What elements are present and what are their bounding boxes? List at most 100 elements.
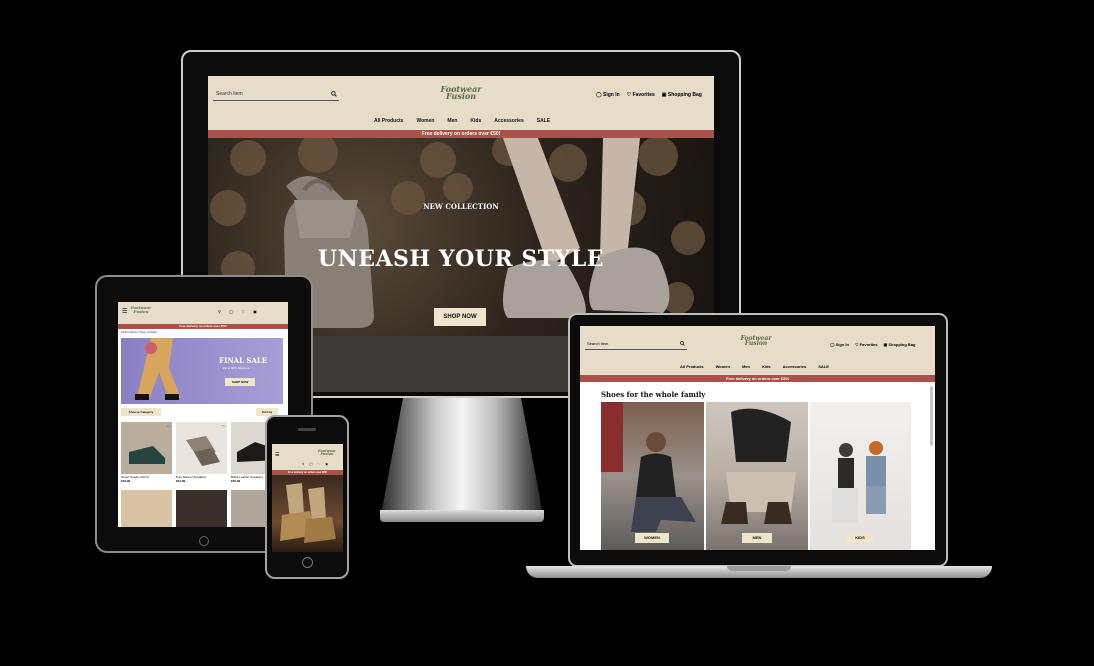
laptop-search-icon[interactable] <box>680 341 685 346</box>
laptop-scrollbar[interactable] <box>930 386 933 446</box>
site-logo[interactable]: Footwear Fusion <box>436 85 486 102</box>
laptop-user-icon: ◯ <box>830 342 835 347</box>
tablet-bag-icon[interactable]: ▣ <box>253 309 257 314</box>
favorites-link[interactable]: ♡ Favorites <box>627 92 655 98</box>
header-actions: ◯ Sign In ♡ Favorites ▣ Shopping Bag <box>596 92 702 98</box>
laptop-delivery-banner: Free delivery on orders over €50! <box>580 375 935 382</box>
site-header: Search item Footwear Fusion ◯ Sign In ♡ … <box>208 76 714 130</box>
phone-speaker <box>298 428 316 431</box>
favorite-heart-icon[interactable]: ♡ <box>221 424 225 429</box>
tablet-home-button <box>199 536 209 546</box>
nav-men[interactable]: Men <box>447 118 457 124</box>
shopping-bag-link[interactable]: ▣ Shopping Bag <box>662 92 702 98</box>
choose-category-dropdown[interactable]: Choose Category <box>121 408 161 416</box>
laptop-logo-line2: Fusion <box>744 340 768 348</box>
phone-logo-line2: Fusion <box>320 452 334 457</box>
nav-sale[interactable]: SALE <box>537 118 550 124</box>
laptop-bag-label: Shopping Bag <box>888 342 916 347</box>
laptop-bag-icon: ▣ <box>883 342 888 347</box>
tablet-sale-banner[interactable]: FINAL SALE Up to 80% Discount SHOP NOW <box>121 338 283 404</box>
user-icon: ◯ <box>596 92 602 98</box>
hero-shop-now-button[interactable]: SHOP NOW <box>434 308 486 326</box>
monitor-stand <box>380 398 544 520</box>
search-icon[interactable] <box>331 91 337 97</box>
laptop-heart-icon: ♡ <box>854 342 859 347</box>
laptop-nav-sale[interactable]: SALE <box>818 364 829 369</box>
category-card-men[interactable]: MEN <box>706 402 808 550</box>
product-card[interactable] <box>121 490 172 527</box>
phone-search-icon[interactable]: ⚲ <box>302 462 304 466</box>
laptop-sign-in-label: Sign In <box>835 342 849 347</box>
tablet-delivery-banner: Free delivery on orders over €50! <box>118 324 288 329</box>
laptop-logo[interactable]: Footwear Fusion <box>735 335 777 348</box>
sale-title: FINAL SALE <box>219 356 268 365</box>
phone-home-button <box>302 557 313 568</box>
laptop-header-actions: ◯ Sign In ♡ Favorites ▣ Shopping Bag <box>830 342 915 347</box>
laptop-favorites-link[interactable]: ♡ Favorites <box>855 342 878 347</box>
laptop-screen: Search item Footwear Fusion ◯ Sign In ♡ … <box>580 326 935 550</box>
favorite-heart-icon[interactable]: ♡ <box>166 424 170 429</box>
phone-heart-icon[interactable]: ♡ <box>318 462 321 466</box>
sale-subtitle: Up to 80% Discount <box>223 366 250 370</box>
phone-logo[interactable]: Footwear Fusion <box>316 449 338 457</box>
product-price: €54.99 <box>176 479 186 483</box>
laptop-nav: All Products Women Men Kids Accessories … <box>680 364 829 369</box>
heart-icon: ♡ <box>626 92 632 98</box>
phone-menu-icon[interactable]: ☰ <box>275 452 279 458</box>
sale-shop-now-button[interactable]: SHOP NOW <box>225 378 255 386</box>
phone-hero-image[interactable] <box>272 475 343 552</box>
tablet-search-icon[interactable]: ⚲ <box>218 309 221 314</box>
tablet-heart-icon[interactable]: ♡ <box>241 309 245 314</box>
laptop-favorites-label: Favorites <box>859 342 878 347</box>
men-card-button[interactable]: MEN <box>742 533 772 543</box>
product-card[interactable]: ♡ <box>176 422 227 474</box>
bag-icon: ▣ <box>661 92 667 98</box>
laptop-notch <box>727 566 791 571</box>
phone-header-icons: ⚲ ◯ ♡ ▣ <box>302 462 328 466</box>
laptop-search-placeholder: Search item <box>587 341 609 346</box>
product-image <box>129 446 165 464</box>
nav-kids[interactable]: Kids <box>470 118 481 124</box>
tablet-breadcrumb[interactable]: All Products / New_arrivals <box>121 330 157 334</box>
phone-bag-icon[interactable]: ▣ <box>325 462 328 466</box>
men-card-image <box>721 408 796 524</box>
sign-in-label: Sign In <box>603 92 620 98</box>
sale-banner-image <box>135 338 181 400</box>
nav-accessories[interactable]: Accessories <box>494 118 523 124</box>
laptop-search-input[interactable]: Search item <box>585 340 687 350</box>
logo-line2: Fusion <box>445 91 477 102</box>
phone-user-icon[interactable]: ◯ <box>309 462 312 466</box>
laptop-section-title: Shoes for the whole family <box>601 390 706 399</box>
search-input[interactable]: Search item <box>213 90 339 101</box>
tablet-user-icon[interactable]: ◯ <box>229 309 233 314</box>
product-card[interactable]: ♡ <box>121 422 172 474</box>
sign-in-link[interactable]: ◯ Sign In <box>596 92 620 98</box>
tablet-screen: ☰ Footwear Fusion ⚲ ◯ ♡ ▣ Free delivery … <box>118 302 288 527</box>
hero-headline: UNEASH YOUR STYLE <box>317 246 605 272</box>
nav-all-products[interactable]: All Products <box>374 118 403 124</box>
laptop-nav-all-products[interactable]: All Products <box>680 364 704 369</box>
product-price: €49.99 <box>121 479 131 483</box>
laptop-nav-men[interactable]: Men <box>742 364 750 369</box>
hero-kicker: NEW COLLECTION <box>423 202 499 211</box>
tablet-header: ☰ Footwear Fusion ⚲ ◯ ♡ ▣ <box>118 302 288 324</box>
kids-card-image <box>832 441 886 522</box>
tablet-logo[interactable]: Footwear Fusion <box>128 306 154 313</box>
category-card-kids[interactable]: KIDS <box>810 402 911 550</box>
laptop-nav-accessories[interactable]: Accessories <box>783 364 807 369</box>
laptop-sign-in-link[interactable]: ◯ Sign In <box>830 342 849 347</box>
tablet-menu-icon[interactable]: ☰ <box>122 308 127 315</box>
laptop-nav-women[interactable]: Women <box>716 364 730 369</box>
phone-screen: ☰ Footwear Fusion ⚲ ◯ ♡ ▣ Free delivery … <box>272 444 343 552</box>
category-card-women[interactable]: WOMEN <box>601 402 704 550</box>
favorites-label: Favorites <box>632 92 655 98</box>
phone-header: ☰ Footwear Fusion ⚲ ◯ ♡ ▣ <box>272 444 343 470</box>
women-card-button[interactable]: WOMEN <box>635 533 669 543</box>
nav-women[interactable]: Women <box>416 118 434 124</box>
women-card-image <box>601 402 696 532</box>
delivery-banner: Free delivery on orders over €50! <box>208 130 714 138</box>
product-card[interactable] <box>176 490 227 527</box>
kids-card-button[interactable]: KIDS <box>846 533 874 543</box>
laptop-nav-kids[interactable]: Kids <box>762 364 771 369</box>
laptop-bag-link[interactable]: ▣ Shopping Bag <box>883 342 915 347</box>
